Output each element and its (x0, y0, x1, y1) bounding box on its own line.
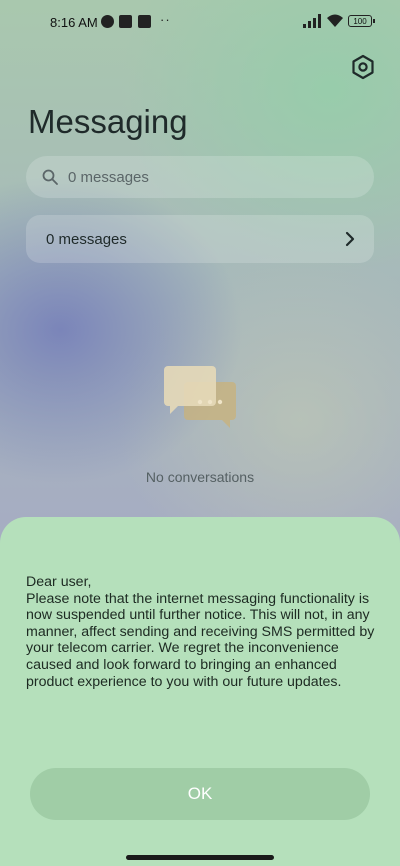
page-title: Messaging (28, 103, 188, 140)
status-bar: 8:16 AM ·· 100 (0, 0, 400, 44)
search-icon (42, 169, 58, 185)
chevron-right-icon (345, 231, 355, 247)
gear-icon[interactable] (350, 54, 376, 80)
search-input[interactable]: 0 messages (26, 156, 374, 198)
notification-app-icon (101, 15, 114, 28)
notification-upload-icon (138, 15, 151, 28)
wifi-icon (327, 14, 343, 27)
home-indicator[interactable] (126, 855, 274, 860)
notification-square-icon (119, 15, 132, 28)
empty-conversations-icon (164, 366, 236, 428)
search-placeholder: 0 messages (68, 169, 149, 186)
messages-card[interactable]: 0 messages (26, 215, 374, 263)
status-time: 8:16 AM (50, 15, 98, 30)
notice-dialog: Dear user, Please note that the internet… (0, 517, 400, 866)
ok-button[interactable]: OK (30, 768, 370, 820)
empty-state-text: No conversations (145, 469, 255, 485)
more-notifications-icon: ·· (160, 12, 171, 27)
signal-icon (303, 14, 321, 28)
messages-card-label: 0 messages (46, 231, 127, 248)
dialog-message: Dear user, Please note that the internet… (26, 574, 375, 690)
battery-icon: 100 (348, 15, 375, 27)
